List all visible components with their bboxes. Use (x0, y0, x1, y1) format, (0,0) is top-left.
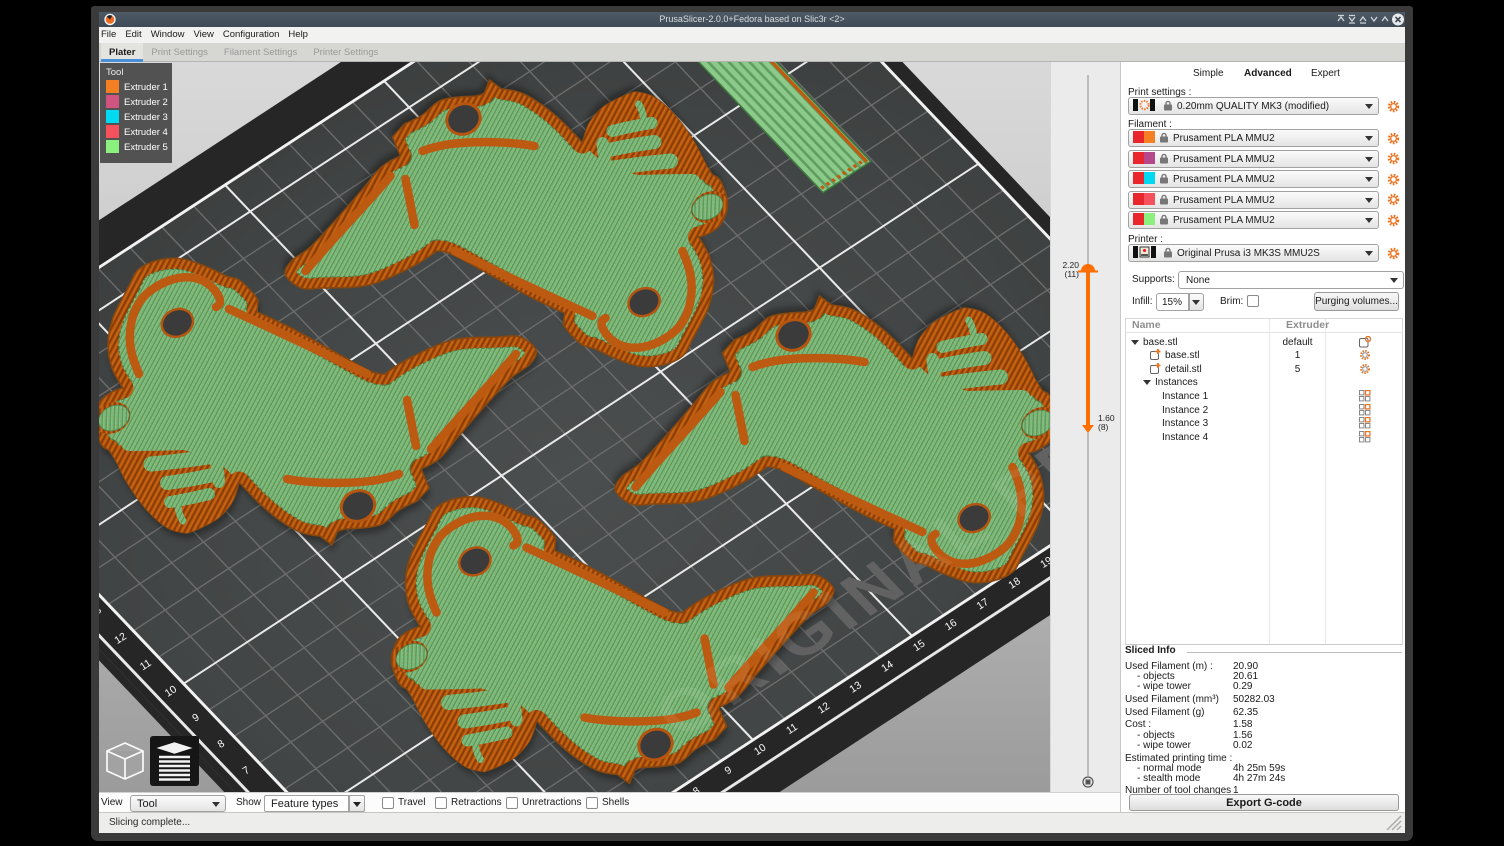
svg-text:(8): (8) (1098, 422, 1109, 432)
svg-text:(11): (11) (1065, 269, 1080, 279)
